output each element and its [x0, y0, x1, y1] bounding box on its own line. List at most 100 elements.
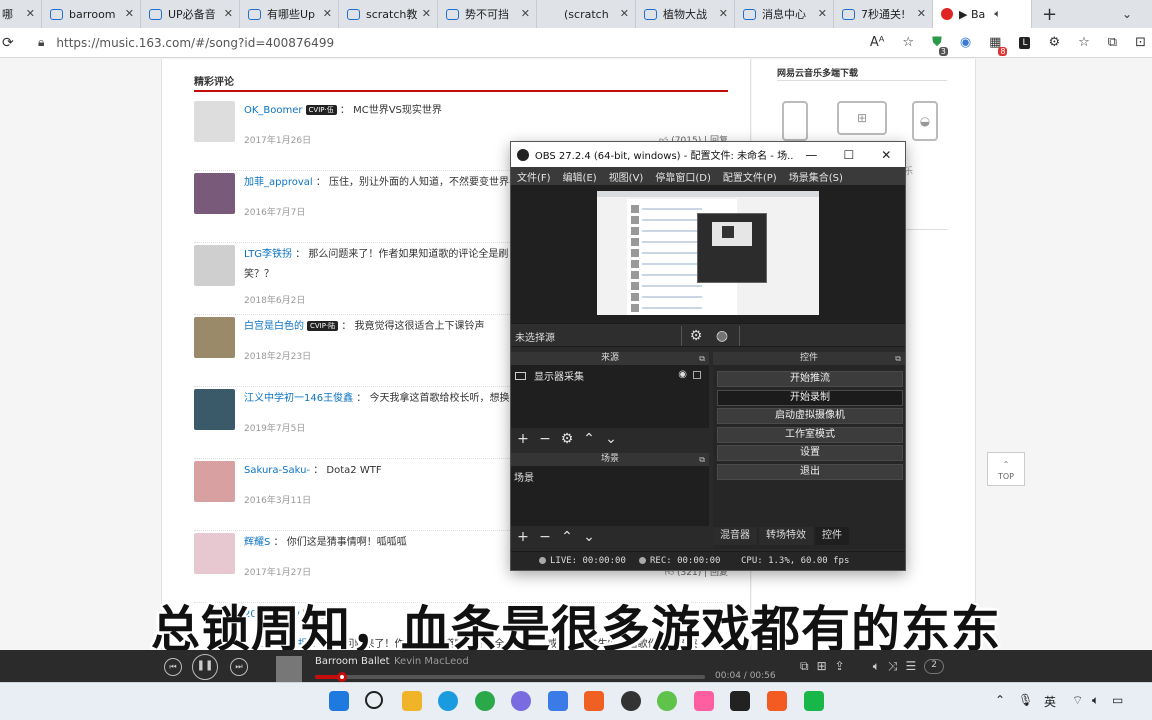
playlist-icon[interactable]: ☰	[906, 659, 917, 674]
settings-button[interactable]: 设置	[717, 445, 903, 461]
undock-icon[interactable]: ⧉	[895, 352, 901, 365]
music-editor-icon[interactable]	[730, 691, 750, 711]
obs-menu-item[interactable]: 停靠窗口(D)	[655, 169, 711, 184]
search-extension-icon[interactable]: ◉	[960, 35, 971, 50]
tab-audio-icon[interactable]: 🔈︎	[994, 7, 1001, 21]
back-to-top-button[interactable]: ⌃ TOP	[987, 452, 1025, 486]
shuffle-icon[interactable]: ⤨	[888, 659, 898, 674]
browser-tab[interactable]: 消息中心 ✕	[735, 0, 834, 28]
obs-menu-item[interactable]: 配置文件(P)	[723, 169, 777, 184]
progress-track[interactable]	[315, 672, 705, 682]
chat-app-icon[interactable]	[511, 691, 531, 711]
favorites-icon[interactable]: ☆	[1078, 35, 1090, 50]
tab-close-icon[interactable]: ✕	[323, 7, 332, 20]
url-field[interactable]: https://music.163.com/#/song?id=40087649…	[56, 36, 870, 50]
obs-menu-item[interactable]: 视图(V)	[609, 169, 644, 184]
ime-indicator[interactable]: 英	[1044, 693, 1056, 710]
exit-button[interactable]: 退出	[717, 463, 903, 480]
tab-list-chevron-icon[interactable]: ⌄	[1102, 0, 1152, 28]
android-download-icon[interactable]: ◒	[912, 101, 938, 141]
extensions-puzzle-icon[interactable]: ⚙	[1048, 35, 1060, 50]
move-up-icon[interactable]: ⌃	[582, 431, 596, 447]
minimize-icon[interactable]: —	[793, 148, 830, 162]
favorite-star-icon[interactable]: ☆	[902, 35, 914, 50]
controls-tab[interactable]: 控件	[815, 527, 849, 545]
filters-icon[interactable]: ◍	[713, 327, 731, 345]
obs-taskbar-icon[interactable]	[621, 691, 641, 711]
obs-menu-item[interactable]: 文件(F)	[517, 169, 551, 184]
avatar[interactable]	[194, 173, 235, 214]
avatar[interactable]	[194, 389, 235, 430]
orange-app-icon[interactable]	[767, 691, 787, 711]
edge-browser-icon[interactable]	[438, 691, 458, 711]
avatar[interactable]	[194, 101, 235, 142]
scene-move-down-icon[interactable]: ⌄	[582, 529, 596, 545]
browser-tab[interactable]: ▶ Ba 🔈︎	[933, 0, 1032, 28]
share-icon[interactable]: ⇪	[835, 659, 845, 674]
start-virtual-camera-button[interactable]: 启动虚拟摄像机	[717, 408, 903, 424]
file-explorer-icon[interactable]	[402, 691, 422, 711]
vip-badge[interactable]: CVIP·陆	[307, 321, 339, 331]
ios-download-icon[interactable]	[782, 101, 808, 141]
album-cover[interactable]	[276, 656, 302, 682]
tab-close-icon[interactable]: ✕	[521, 7, 530, 20]
avatar[interactable]	[194, 461, 235, 502]
undock-icon[interactable]: ⧉	[699, 352, 705, 365]
browser-tab[interactable]: 7秒通关! ✕	[834, 0, 933, 28]
collections-icon[interactable]: ⧉	[1108, 35, 1117, 50]
tab-close-icon[interactable]: ✕	[719, 7, 728, 20]
comment-username[interactable]: 加菲_approval	[244, 177, 313, 188]
obs-preview-canvas[interactable]	[597, 191, 819, 315]
browser-tab[interactable]: UP必备音 ✕	[141, 0, 240, 28]
obs-title-bar[interactable]: OBS 27.2.4 (64-bit, windows) - 配置文件: 未命名…	[511, 142, 905, 167]
transitions-tab[interactable]: 转场特效	[759, 527, 813, 545]
playlist-count[interactable]: 2	[924, 659, 945, 674]
browser-tab[interactable]: (scratch ✕	[537, 0, 636, 28]
battery-icon[interactable]: ▭	[1112, 693, 1123, 707]
move-down-icon[interactable]: ⌄	[604, 431, 618, 447]
new-tab-button[interactable]: +	[1042, 4, 1057, 25]
grid-extension-icon[interactable]: ▦ 8	[989, 35, 1008, 56]
studio-mode-button[interactable]: 工作室模式	[717, 426, 903, 443]
avatar[interactable]	[194, 533, 235, 574]
next-track-icon[interactable]: ⏭︎	[230, 658, 248, 676]
comment-username[interactable]: 辉耀S	[244, 537, 270, 548]
tab-close-icon[interactable]: ✕	[818, 7, 827, 20]
add-scene-icon[interactable]: +	[516, 529, 530, 545]
comment-username[interactable]: 白宫是白色的	[244, 321, 304, 332]
tab-close-icon[interactable]: ✕	[26, 7, 35, 20]
wechat-icon[interactable]	[475, 691, 495, 711]
song-title[interactable]: Barroom Ballet	[315, 656, 390, 667]
tab-close-icon[interactable]: ✕	[422, 7, 431, 20]
scene-move-up-icon[interactable]: ⌃	[560, 529, 574, 545]
properties-gear-icon[interactable]: ⚙	[687, 327, 705, 345]
visibility-eye-icon[interactable]: ◉	[678, 369, 687, 380]
comment-username[interactable]: LTG李铁拐	[244, 249, 292, 260]
progress-handle[interactable]	[337, 672, 348, 682]
tray-chevron-icon[interactable]: ⌃	[995, 693, 1005, 707]
browser-tab[interactable]: 有哪些Up ✕	[240, 0, 339, 28]
tab-close-icon[interactable]: ✕	[917, 7, 926, 20]
tab-close-icon[interactable]: ✕	[224, 7, 233, 20]
undock-icon[interactable]: ⧉	[699, 453, 705, 466]
maximize-icon[interactable]: ☐	[830, 148, 867, 162]
artist-name[interactable]: Kevin MacLeod	[394, 656, 469, 667]
browser-tab[interactable]: barroom ✕	[42, 0, 141, 28]
comment-username[interactable]: OK_Boomer	[244, 105, 303, 116]
refresh-icon[interactable]: ⟳	[2, 35, 16, 51]
obs-preview-area[interactable]	[511, 185, 905, 323]
read-aloud-icon[interactable]: Aᴬ	[870, 35, 885, 50]
scene-item[interactable]: 场景	[514, 469, 534, 484]
source-item[interactable]: 显示器采集 ◉	[515, 368, 703, 383]
mixer-tab[interactable]: 混音器	[713, 527, 757, 545]
tab-close-icon[interactable]: ✕	[620, 7, 629, 20]
pc-download-icon[interactable]: ⊞	[837, 101, 887, 135]
avatar[interactable]	[194, 317, 235, 358]
vip-badge[interactable]: CVIP·伍	[305, 105, 337, 115]
comment-username[interactable]: Sakura-Saku-	[244, 465, 310, 476]
start-recording-button[interactable]: 开始录制	[717, 389, 903, 406]
lock-icon[interactable]: 🔒︎	[38, 35, 44, 50]
l-extension-icon[interactable]: L	[1019, 36, 1031, 49]
source-settings-gear-icon[interactable]: ⚙	[560, 431, 574, 447]
obs-menu-item[interactable]: 场景集合(S)	[789, 169, 843, 184]
